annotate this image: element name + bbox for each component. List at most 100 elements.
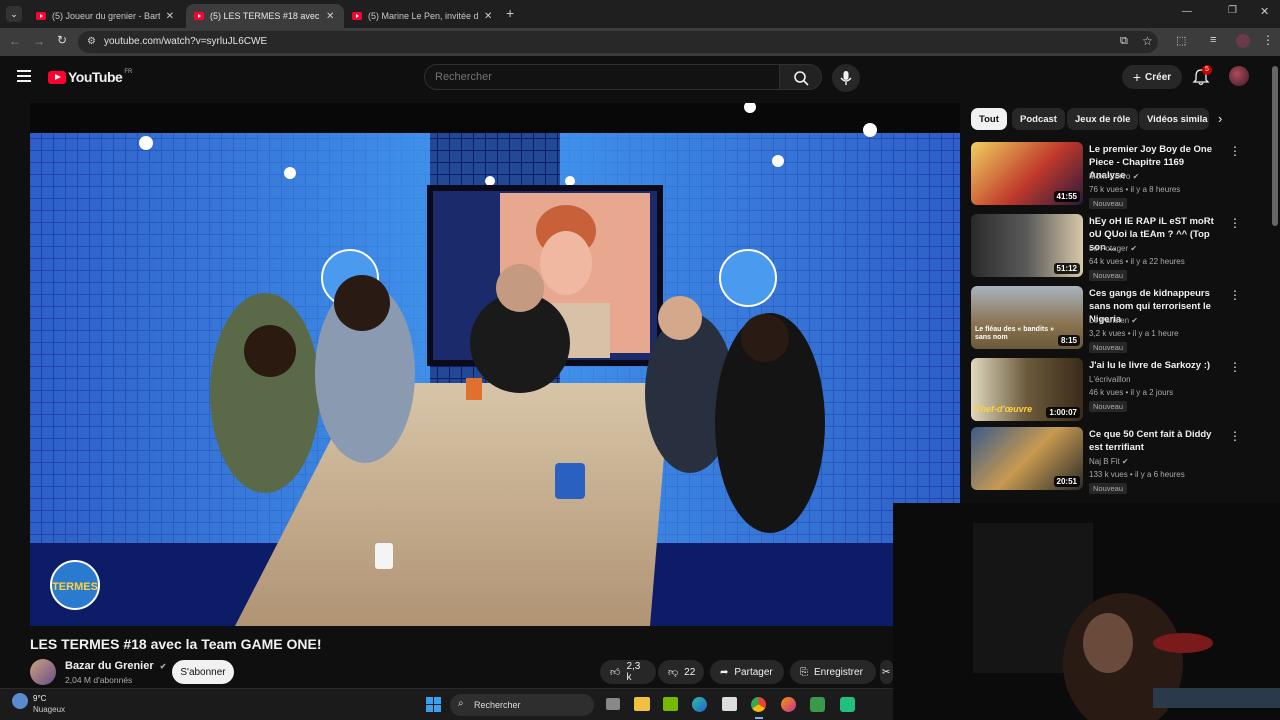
omnibox[interactable]: ⚙ youtube.com/watch?v=syrluJL6CWE ⧉ ☆ (78, 31, 1158, 53)
chrome-icon[interactable] (751, 697, 766, 712)
more-options-icon[interactable]: ⋮ (1229, 144, 1241, 158)
back-arrow-icon[interactable]: ← (9, 34, 21, 48)
youtube-favicon-icon (194, 12, 204, 20)
windows-start-icon[interactable] (426, 697, 441, 712)
more-options-icon[interactable]: ⋮ (1229, 429, 1241, 443)
video-title[interactable]: Ce que 50 Cent fait à Diddy est terrifia… (1089, 428, 1221, 454)
site-info-icon[interactable]: ⚙ (87, 36, 96, 47)
page-scrollbar[interactable] (1270, 56, 1280, 503)
search-input[interactable] (425, 65, 779, 89)
like-button[interactable]: 👍︎ 2,3 k (600, 660, 656, 684)
chip-podcast[interactable]: Podcast (1012, 108, 1065, 130)
recommendation-item[interactable]: Le fléau des « bandits » sans nom 8:15 C… (971, 286, 1241, 353)
task-view-icon[interactable] (606, 698, 620, 710)
channel-avatar[interactable] (30, 659, 56, 685)
youtube-favicon-icon (352, 12, 362, 20)
video-title[interactable]: J'ai lu le livre de Sarkozy :) (1089, 359, 1221, 372)
new-badge: Nouveau (1089, 342, 1128, 353)
close-window-button[interactable]: ✕ (1260, 5, 1269, 18)
voice-search-button[interactable] (832, 64, 860, 92)
video-thumbnail[interactable]: 20:51 (971, 427, 1083, 490)
video-thumbnail[interactable]: Le fléau des « bandits » sans nom 8:15 (971, 286, 1083, 349)
chip-label: Jeux de rôle (1075, 113, 1131, 125)
share-button[interactable]: ➦ Partager (710, 660, 784, 684)
tab-joueur-du-grenier[interactable]: (5) Joueur du grenier - Bart VS ✕ (28, 4, 182, 28)
chip-role-playing[interactable]: Jeux de rôle (1067, 108, 1139, 130)
weather-icon[interactable] (12, 693, 28, 709)
notifications-button[interactable]: 5 (1192, 65, 1212, 91)
chip-similar-videos[interactable]: Vidéos simila (1139, 108, 1209, 130)
channel-name[interactable]: Le Parisien ✔ (1089, 316, 1138, 325)
channel-name[interactable]: Bazar du Grenier ✔ (65, 660, 166, 672)
reload-icon[interactable]: ↻ (57, 33, 67, 47)
video-player[interactable]: TERMES (30, 103, 960, 626)
account-avatar[interactable] (1229, 66, 1249, 86)
close-tab-icon[interactable]: ✕ (484, 11, 492, 22)
channel-name[interactable]: Mont Corvo ✔ (1089, 172, 1139, 181)
chip-all[interactable]: Tout (971, 108, 1007, 130)
chrome-menu-icon[interactable]: ⋮ (1262, 33, 1274, 47)
view-count: 76 k vues (1089, 185, 1124, 194)
termes-overlay-logo: TERMES (52, 581, 98, 593)
more-options-icon[interactable]: ⋮ (1229, 216, 1241, 230)
firefox-icon[interactable] (781, 697, 796, 712)
share-arrow-icon: ➦ (720, 666, 729, 678)
video-duration: 1:00:07 (1046, 407, 1080, 418)
channel-name[interactable]: Le Potager ✔ (1089, 244, 1137, 253)
extensions-icon[interactable]: ⬚ (1176, 34, 1186, 47)
install-app-icon[interactable]: ⧉ (1120, 35, 1128, 48)
windows-taskbar: 9°C Nuageux ⌕ Rechercher (0, 688, 893, 720)
clip-button[interactable]: ✂ (880, 660, 893, 684)
microsoft-store-icon[interactable] (722, 697, 737, 711)
recommendation-item[interactable]: 20:51 Ce que 50 Cent fait à Diddy est te… (971, 427, 1241, 494)
close-tab-icon[interactable]: ✕ (166, 11, 174, 22)
bookmark-star-icon[interactable]: ☆ (1142, 34, 1153, 48)
create-button[interactable]: + Créer (1122, 65, 1182, 89)
restore-window-button[interactable]: ❐ (1228, 5, 1237, 16)
more-options-icon[interactable]: ⋮ (1229, 288, 1241, 302)
video-thumbnail[interactable]: 41:55 (971, 142, 1083, 205)
taskbar-search-label: Rechercher (474, 700, 521, 710)
search-box[interactable] (424, 64, 780, 90)
minimize-window-button[interactable]: — (1182, 6, 1192, 17)
tab-marine-le-pen[interactable]: (5) Marine Le Pen, invitée de "L ✕ (344, 4, 502, 28)
app-icon[interactable] (840, 697, 855, 712)
channel-name[interactable]: L'écrivaillon (1089, 375, 1131, 384)
taskbar-search[interactable]: ⌕ Rechercher (450, 694, 594, 716)
profile-avatar[interactable] (1236, 34, 1250, 48)
more-options-icon[interactable]: ⋮ (1229, 360, 1241, 374)
media-control-icon[interactable]: ≡ (1210, 34, 1216, 46)
chevron-right-icon[interactable]: › (1218, 111, 1222, 126)
dislike-button[interactable]: 👎︎ 22 (658, 660, 704, 684)
new-tab-button[interactable]: + (506, 5, 514, 21)
video-thumbnail[interactable]: 51:12 (971, 214, 1083, 277)
nvidia-icon[interactable] (663, 697, 678, 711)
forward-arrow-icon[interactable]: → (33, 34, 45, 48)
thumbnail-caption: Chef-d'œuvre (974, 404, 1033, 414)
tab-search-button[interactable]: ⌄ (6, 6, 22, 22)
youtube-logo[interactable]: YouTube FR (48, 69, 132, 85)
recommendation-item[interactable]: Chef-d'œuvre 1:00:07 J'ai lu le livre de… (971, 358, 1241, 422)
thumbs-up-icon: 👍︎ (610, 667, 621, 678)
app-icon[interactable] (810, 697, 825, 712)
new-badge: Nouveau (1089, 483, 1128, 494)
subscribe-button[interactable]: S'abonner (172, 660, 234, 684)
url-text[interactable]: youtube.com/watch?v=syrluJL6CWE (104, 36, 267, 47)
recommendation-item[interactable]: 51:12 hEy oH lE RAP iL eST moRt oU QUoi … (971, 214, 1241, 281)
save-button[interactable]: ⎘ Enregistrer (790, 660, 876, 684)
close-tab-icon[interactable]: ✕ (326, 11, 334, 22)
scrollbar-thumb[interactable] (1272, 66, 1278, 226)
hamburger-menu-icon[interactable] (17, 70, 31, 82)
tab-les-termes[interactable]: (5) LES TERMES #18 avec la Tea ✕ (186, 4, 344, 28)
channel-name-text: L'écrivaillon (1089, 375, 1131, 384)
search-button[interactable] (780, 64, 822, 90)
microphone-icon (840, 71, 852, 85)
recommendation-item[interactable]: 41:55 Le premier Joy Boy de One Piece - … (971, 142, 1241, 209)
channel-name[interactable]: Naj B Fit ✔ (1089, 457, 1129, 466)
new-badge: Nouveau (1089, 198, 1128, 209)
video-thumbnail[interactable]: Chef-d'œuvre 1:00:07 (971, 358, 1083, 421)
file-explorer-icon[interactable] (634, 697, 650, 711)
video-meta: 133 k vues • il y a 6 heures (1089, 470, 1185, 479)
edge-icon[interactable] (692, 697, 707, 712)
dislike-count: 22 (684, 666, 696, 678)
